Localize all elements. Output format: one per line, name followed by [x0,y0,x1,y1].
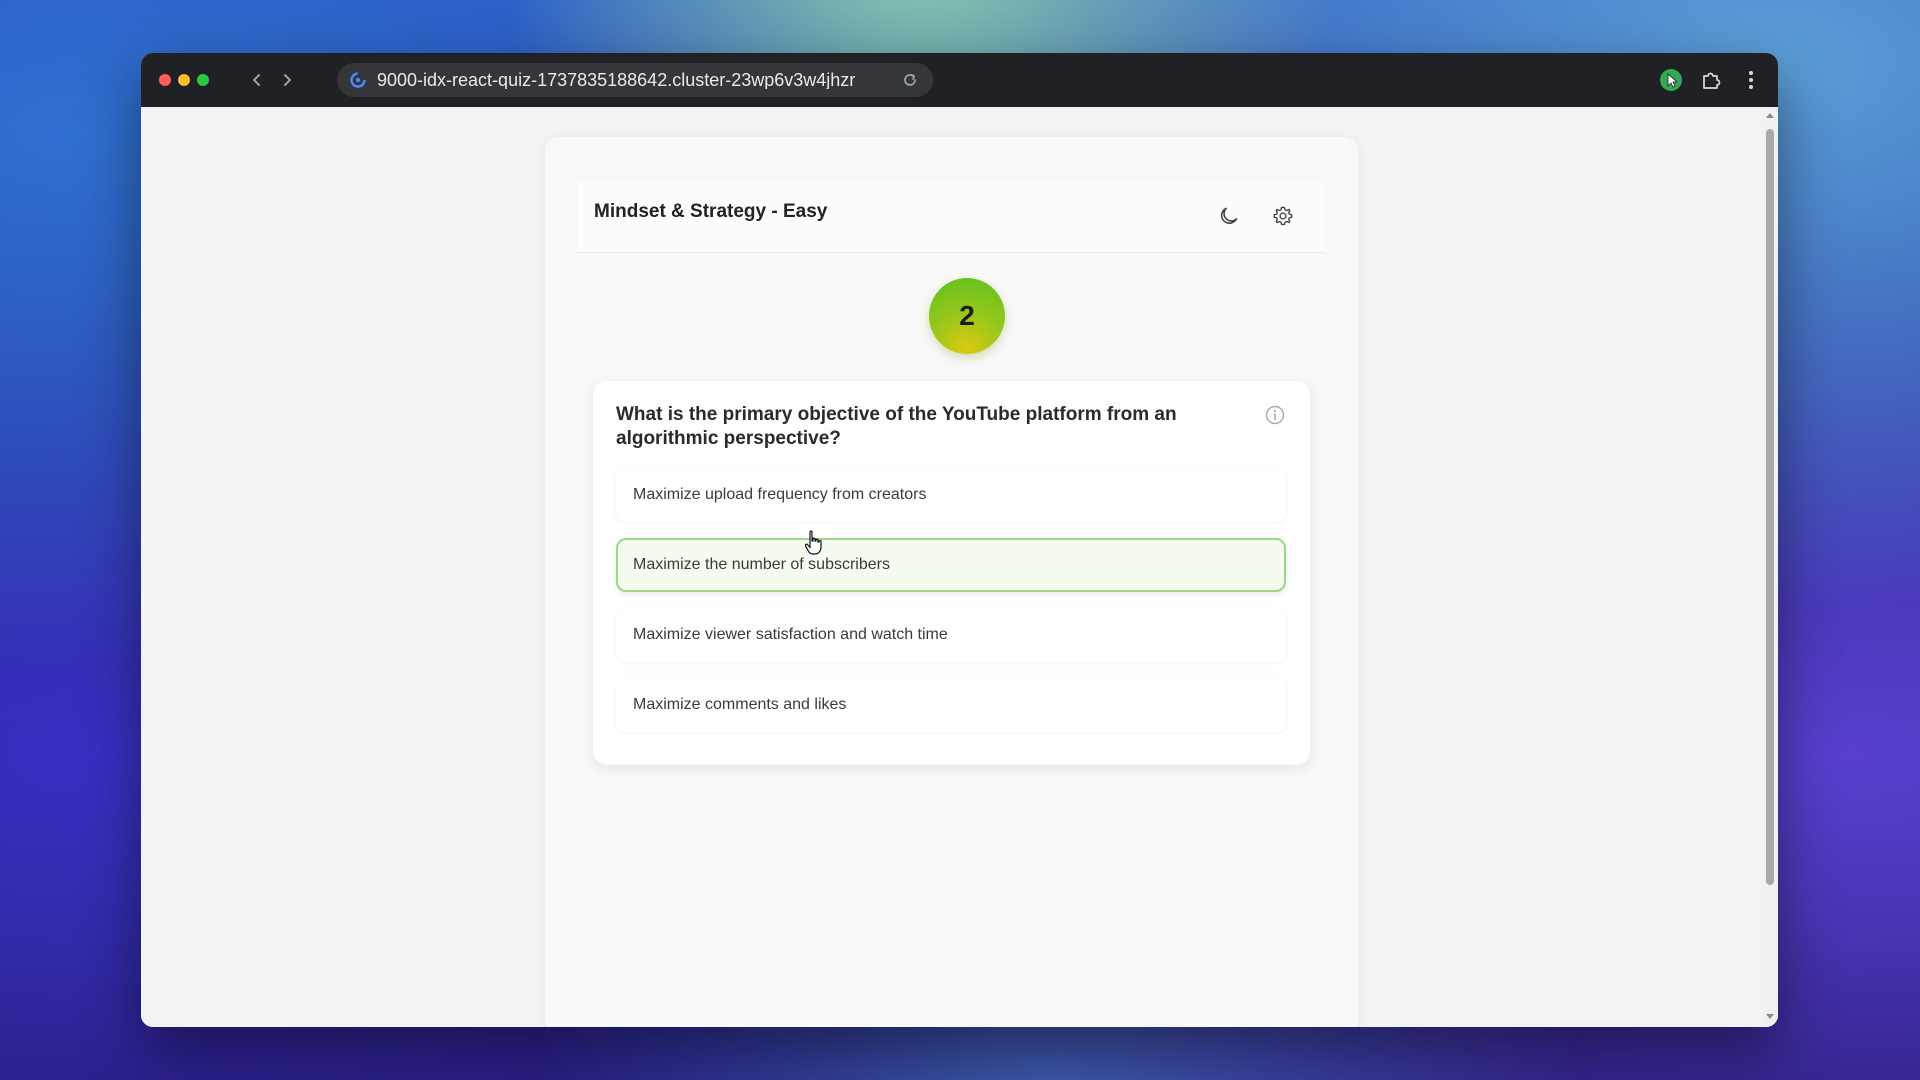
answer-option-label: Maximize the number of subscribers [633,556,890,573]
quiz-header: Mindset & Strategy - Easy [578,181,1325,253]
dark-mode-toggle[interactable] [1214,201,1244,231]
answer-option[interactable]: Maximize comments and likes [616,678,1286,732]
browser-menu-button[interactable] [1736,65,1766,95]
answer-option-label: Maximize viewer satisfaction and watch t… [633,626,948,643]
close-window-button[interactable] [159,74,171,86]
chevron-left-icon [253,74,260,86]
settings-button[interactable] [1268,201,1298,231]
address-bar[interactable]: 9000-idx-react-quiz-1737835188642.cluste… [337,63,933,97]
scrollbar[interactable] [1762,107,1778,1027]
reload-icon [904,73,916,86]
browser-titlebar: 9000-idx-react-quiz-1737835188642.cluste… [141,53,1778,107]
answer-option[interactable]: Maximize upload frequency from creators [616,468,1286,522]
puzzle-icon [1703,72,1721,89]
minimize-window-button[interactable] [178,74,190,86]
question-number-badge: 2 [929,278,1005,354]
kebab-menu-icon [1749,71,1753,89]
hand-cursor-icon [804,530,822,555]
browser-window: 9000-idx-react-quiz-1737835188642.cluste… [141,53,1778,1027]
answer-option-hovered[interactable]: Maximize the number of subscribers [616,538,1286,592]
extensions-button[interactable] [1696,65,1726,95]
maximize-window-button[interactable] [197,74,209,86]
answer-option-label: Maximize comments and likes [633,696,847,713]
quiz-container: Mindset & Strategy - Easy 2 What is the … [545,137,1358,1027]
question-text: What is the primary objective of the You… [616,404,1177,449]
answer-option[interactable]: Maximize viewer satisfaction and watch t… [616,608,1286,662]
gear-icon [1273,206,1293,226]
info-icon [1265,405,1285,425]
answer-option-label: Maximize upload frequency from creators [633,486,927,503]
scroll-up-arrow-icon[interactable] [1765,111,1775,119]
profile-avatar-icon [1660,69,1682,91]
quiz-title: Mindset & Strategy - Easy [594,201,828,222]
profile-button[interactable] [1656,65,1686,95]
scrollbar-thumb[interactable] [1766,129,1774,885]
chevron-right-icon [284,74,291,86]
moon-icon [1220,207,1238,224]
back-button[interactable] [243,66,271,94]
info-button[interactable] [1264,404,1286,426]
question-card: What is the primary objective of the You… [593,381,1310,765]
site-info-icon[interactable] [349,71,367,89]
forward-button[interactable] [273,66,301,94]
reload-button[interactable] [899,69,921,91]
url-text[interactable]: 9000-idx-react-quiz-1737835188642.cluste… [377,71,897,89]
page-viewport: Mindset & Strategy - Easy 2 What is the … [141,107,1778,1027]
scroll-down-arrow-icon[interactable] [1765,1013,1775,1021]
